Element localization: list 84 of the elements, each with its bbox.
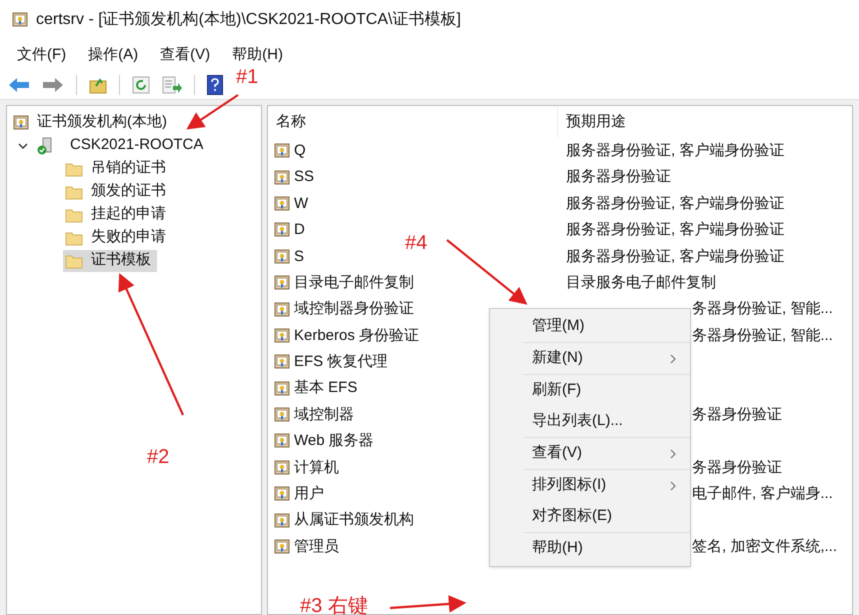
certificate-template-icon <box>274 248 290 265</box>
tree-item[interactable]: 失败的申请 <box>63 226 172 248</box>
template-name[interactable]: D <box>294 219 305 242</box>
tree-item[interactable]: 证书模板 <box>63 250 157 272</box>
annotation-arrow <box>186 94 239 130</box>
certificate-template-icon <box>274 433 290 450</box>
template-name[interactable]: 用户 <box>294 483 324 506</box>
menu-item[interactable]: 查看(V) <box>151 42 220 68</box>
refresh-icon[interactable] <box>132 76 150 94</box>
server-check-icon <box>36 136 54 154</box>
purpose-text: 务器身份验证 <box>692 458 782 478</box>
tree-item[interactable]: 颁发的证书 <box>63 180 172 202</box>
purpose-text: 务器身份验证 <box>692 404 782 425</box>
purpose-text: 务器身份验证, 智能... <box>692 326 833 346</box>
context-menu-item[interactable]: 刷新(F) <box>524 375 690 406</box>
template-name[interactable]: S <box>294 246 304 268</box>
menu-item[interactable]: 操作(A) <box>79 42 148 68</box>
folder-icon <box>65 206 83 222</box>
certificate-template-icon <box>274 539 290 556</box>
context-menu-item[interactable]: 对齐图标(E) <box>524 501 690 532</box>
purpose-text: 签名, 加密文件系统,... <box>692 536 838 557</box>
template-name[interactable]: 基本 EFS <box>294 377 358 400</box>
purpose-text: 电子邮件, 客户端身... <box>692 484 833 504</box>
purpose-text: 务器身份验证, 智能... <box>692 299 833 320</box>
tree-item[interactable]: 吊销的证书 <box>63 158 172 180</box>
context-menu-item[interactable]: 查看(V) <box>524 438 690 469</box>
certificate-authority-icon <box>13 114 29 130</box>
certificate-template-icon <box>274 222 290 238</box>
tree-item[interactable]: 挂起的申请 <box>63 204 172 226</box>
template-name[interactable]: Kerberos 身份验证 <box>294 324 420 348</box>
certificate-template-icon <box>274 170 290 186</box>
folder-icon <box>65 230 83 246</box>
certificate-template-icon <box>274 275 290 292</box>
folder-icon <box>65 160 83 176</box>
context-menu-item[interactable]: 管理(M) <box>524 311 690 342</box>
certificate-template-icon <box>274 328 290 344</box>
template-name[interactable]: W <box>294 192 308 216</box>
template-name[interactable]: SS <box>294 166 314 189</box>
template-name[interactable]: 目录电子邮件复制 <box>294 272 414 294</box>
context-menu-item[interactable]: 新建(N) <box>524 343 690 374</box>
folder-icon <box>65 252 83 268</box>
folder-up-icon[interactable] <box>89 76 107 94</box>
purpose-text: 服务器身份验证, 客户端身份验证 <box>565 220 784 240</box>
certificate-template-icon <box>274 302 290 318</box>
certificate-template-icon <box>274 354 290 370</box>
template-name[interactable]: Web 服务器 <box>294 430 374 453</box>
export-list-icon[interactable] <box>162 76 182 94</box>
help-icon[interactable] <box>207 74 223 94</box>
purpose-text: 服务器身份验证, 客户端身份验证 <box>565 140 784 161</box>
certificate-template-icon <box>274 512 290 529</box>
certificate-template-icon <box>274 460 290 476</box>
tree-item[interactable]: 证书颁发机构(本地) <box>37 111 167 134</box>
template-name[interactable]: EFS 恢复代理 <box>294 351 388 374</box>
context-menu-item[interactable]: 排列图标(I) <box>524 470 690 501</box>
annotation-label: #4 <box>405 231 428 256</box>
tree-item[interactable]: CSK2021-ROOTCA <box>62 134 204 157</box>
template-name[interactable]: 管理员 <box>294 536 339 558</box>
context-menu-item[interactable]: 导出列表(L)... <box>524 406 690 437</box>
certificate-template-icon <box>274 380 290 397</box>
app-icon <box>12 12 28 28</box>
column-header[interactable]: 名称 <box>268 106 558 138</box>
annotation-label: #3 右键 <box>300 594 368 615</box>
certificate-template-icon <box>274 196 290 212</box>
forward-arrow-icon[interactable] <box>42 76 64 92</box>
purpose-text: 服务器身份验证 <box>565 167 671 188</box>
column-header[interactable]: 预期用途 <box>558 106 852 138</box>
certificate-template-icon <box>274 486 290 502</box>
back-arrow-icon[interactable] <box>8 76 30 92</box>
certificate-template-icon <box>274 407 290 424</box>
window-title: certsrv - [证书颁发机构(本地)\CSK2021-ROOTCA\证书模板] <box>36 10 461 30</box>
template-name[interactable]: 计算机 <box>294 456 339 480</box>
purpose-text: 服务器身份验证, 客户端身份验证 <box>565 246 784 266</box>
template-name[interactable]: 从属证书颁发机构 <box>294 509 414 532</box>
certificate-template-icon <box>274 143 290 160</box>
menu-item[interactable]: 文件(F) <box>8 42 76 68</box>
folder-icon <box>65 184 83 200</box>
context-menu-item[interactable]: 帮助(H) <box>524 533 690 564</box>
template-name[interactable]: 域控制器身份验证 <box>294 298 414 321</box>
purpose-text: 服务器身份验证, 客户端身份验证 <box>565 194 784 214</box>
template-name[interactable]: Q <box>294 140 306 162</box>
template-name[interactable]: 域控制器 <box>294 404 354 426</box>
purpose-text: 目录服务电子邮件复制 <box>565 272 716 293</box>
annotation-label: #2 <box>147 445 170 470</box>
expand-chevron-icon[interactable] <box>18 140 28 150</box>
